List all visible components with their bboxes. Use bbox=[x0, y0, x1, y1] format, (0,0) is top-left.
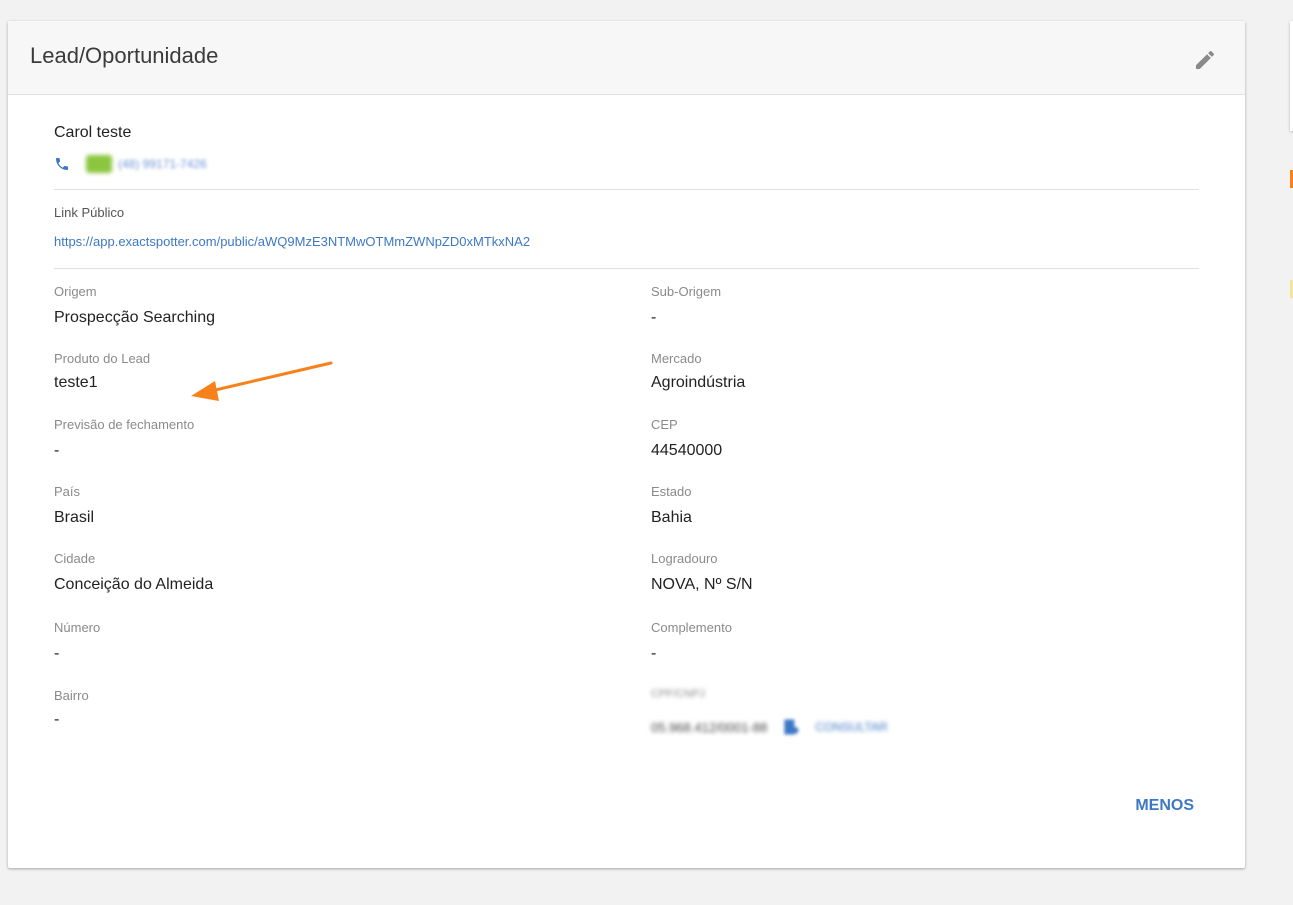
field-value-bairro: - bbox=[54, 711, 60, 728]
field-value-produto: teste1 bbox=[54, 374, 98, 391]
field-label-produto: Produto do Lead bbox=[54, 351, 151, 366]
annotation-arrow-icon bbox=[191, 361, 333, 401]
field-label-pais: País bbox=[54, 484, 81, 499]
card-header: Lead/Oportunidade bbox=[8, 21, 1245, 95]
divider bbox=[54, 268, 1199, 269]
card-title: Lead/Oportunidade bbox=[30, 43, 219, 68]
field-value-cep: 44540000 bbox=[651, 442, 723, 459]
field-label-bairro: Bairro bbox=[54, 688, 89, 703]
field-label-cnpj: CPF/CNPJ bbox=[651, 688, 705, 700]
phone-row: (48) 99171-7426 bbox=[54, 154, 207, 174]
field-value-previsao: - bbox=[54, 442, 60, 459]
contact-name: Carol teste bbox=[54, 124, 132, 141]
field-value-origem: Prospecção Searching bbox=[54, 309, 215, 326]
field-label-cidade: Cidade bbox=[54, 551, 96, 566]
field-label-numero: Número bbox=[54, 620, 101, 635]
public-link-label: Link Público bbox=[54, 205, 125, 220]
field-value-complemento: - bbox=[651, 645, 657, 662]
divider bbox=[54, 189, 1199, 190]
field-label-logradouro: Logradouro bbox=[651, 551, 718, 566]
field-label-cep: CEP bbox=[651, 417, 678, 432]
field-value-numero: - bbox=[54, 645, 60, 662]
field-label-origem: Origem bbox=[54, 284, 97, 299]
field-label-estado: Estado bbox=[651, 484, 692, 499]
field-value-sub-origem: - bbox=[651, 309, 657, 326]
field-value-logradouro: NOVA, Nº S/N bbox=[651, 576, 753, 593]
field-label-complemento: Complemento bbox=[651, 620, 732, 635]
field-value-pais: Brasil bbox=[54, 509, 95, 526]
pencil-icon[interactable] bbox=[1193, 48, 1217, 72]
show-less-button[interactable]: MENOS bbox=[1135, 797, 1194, 815]
public-link[interactable]: https://app.exactspotter.com/public/aWQ9… bbox=[54, 234, 530, 249]
field-value-estado: Bahia bbox=[651, 509, 692, 526]
field-label-sub-origem: Sub-Origem bbox=[651, 284, 722, 299]
cnpj-row: 05.968.412/0001-88 CONSULTAR bbox=[651, 717, 888, 737]
field-value-mercado: Agroindústria bbox=[651, 374, 746, 391]
field-value-cidade: Conceição do Almeida bbox=[54, 576, 214, 593]
building-search-icon[interactable] bbox=[781, 717, 801, 737]
field-label-mercado: Mercado bbox=[651, 351, 702, 366]
lead-opportunity-card: Lead/Oportunidade Carol teste (48) 99171… bbox=[8, 21, 1245, 868]
field-label-previsao: Previsão de fechamento bbox=[54, 417, 195, 432]
consult-cnpj-button[interactable]: CONSULTAR bbox=[815, 720, 887, 734]
phone-icon[interactable] bbox=[54, 156, 70, 172]
field-value-cnpj: 05.968.412/0001-88 bbox=[651, 719, 768, 735]
whatsapp-badge-icon[interactable] bbox=[86, 155, 112, 173]
phone-number-link[interactable]: (48) 99171-7426 bbox=[118, 157, 207, 171]
